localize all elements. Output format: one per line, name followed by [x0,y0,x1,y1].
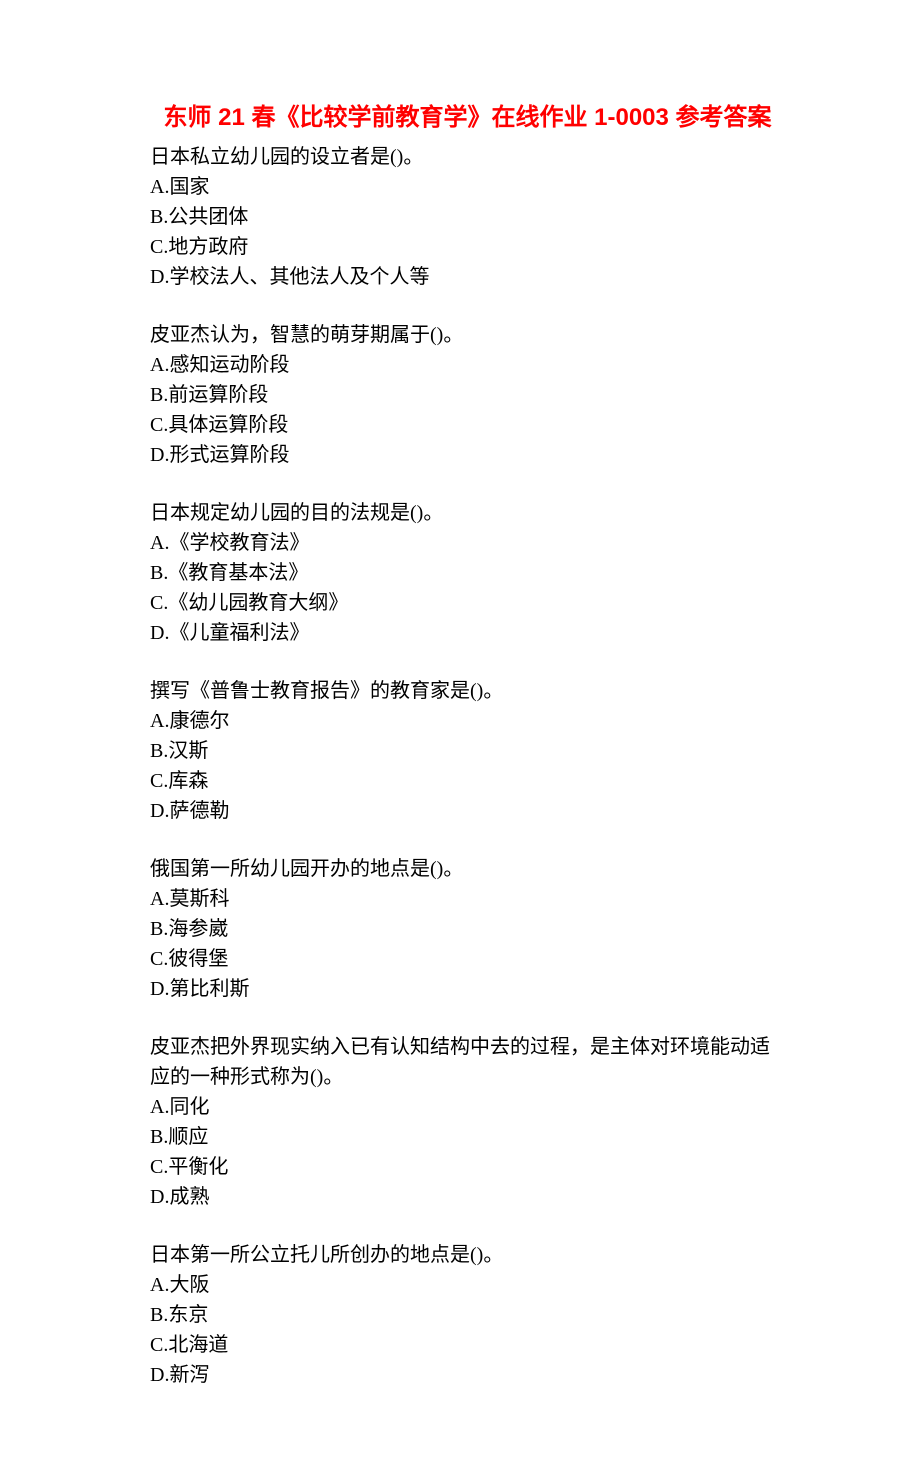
option-a: A.国家 [150,172,785,202]
option-b: B.汉斯 [150,736,785,766]
question-block: 日本规定幼儿园的目的法规是()。 A.《学校教育法》 B.《教育基本法》 C.《… [150,498,785,648]
option-b: B.公共团体 [150,202,785,232]
option-b: B.海参崴 [150,914,785,944]
question-block: 日本第一所公立托儿所创办的地点是()。 A.大阪 B.东京 C.北海道 D.新泻 [150,1240,785,1390]
question-block: 日本私立幼儿园的设立者是()。 A.国家 B.公共团体 C.地方政府 D.学校法… [150,142,785,292]
option-c: C.具体运算阶段 [150,410,785,440]
question-text: 日本第一所公立托儿所创办的地点是()。 [150,1240,785,1270]
option-d: D.新泻 [150,1360,785,1390]
question-block: 皮亚杰认为，智慧的萌芽期属于()。 A.感知运动阶段 B.前运算阶段 C.具体运… [150,320,785,470]
option-c: C.库森 [150,766,785,796]
question-text: 皮亚杰把外界现实纳入已有认知结构中去的过程，是主体对环境能动适应的一种形式称为(… [150,1032,785,1092]
question-text: 俄国第一所幼儿园开办的地点是()。 [150,854,785,884]
question-block: 皮亚杰把外界现实纳入已有认知结构中去的过程，是主体对环境能动适应的一种形式称为(… [150,1032,785,1212]
question-block: 撰写《普鲁士教育报告》的教育家是()。 A.康德尔 B.汉斯 C.库森 D.萨德… [150,676,785,826]
option-a: A.康德尔 [150,706,785,736]
option-d: D.形式运算阶段 [150,440,785,470]
option-b: B.顺应 [150,1122,785,1152]
option-c: C.平衡化 [150,1152,785,1182]
option-a: A.同化 [150,1092,785,1122]
option-d: D.成熟 [150,1182,785,1212]
document-title: 东师 21 春《比较学前教育学》在线作业 1-0003 参考答案 [150,100,785,136]
option-b: B.《教育基本法》 [150,558,785,588]
option-c: C.彼得堡 [150,944,785,974]
option-d: D.第比利斯 [150,974,785,1004]
question-text: 撰写《普鲁士教育报告》的教育家是()。 [150,676,785,706]
option-b: B.东京 [150,1300,785,1330]
option-c: C.北海道 [150,1330,785,1360]
option-a: A.《学校教育法》 [150,528,785,558]
option-d: D.《儿童福利法》 [150,618,785,648]
option-d: D.学校法人、其他法人及个人等 [150,262,785,292]
question-block: 俄国第一所幼儿园开办的地点是()。 A.莫斯科 B.海参崴 C.彼得堡 D.第比… [150,854,785,1004]
option-a: A.感知运动阶段 [150,350,785,380]
option-d: D.萨德勒 [150,796,785,826]
option-a: A.莫斯科 [150,884,785,914]
question-text: 皮亚杰认为，智慧的萌芽期属于()。 [150,320,785,350]
option-a: A.大阪 [150,1270,785,1300]
question-text: 日本私立幼儿园的设立者是()。 [150,142,785,172]
option-b: B.前运算阶段 [150,380,785,410]
option-c: C.地方政府 [150,232,785,262]
option-c: C.《幼儿园教育大纲》 [150,588,785,618]
question-text: 日本规定幼儿园的目的法规是()。 [150,498,785,528]
